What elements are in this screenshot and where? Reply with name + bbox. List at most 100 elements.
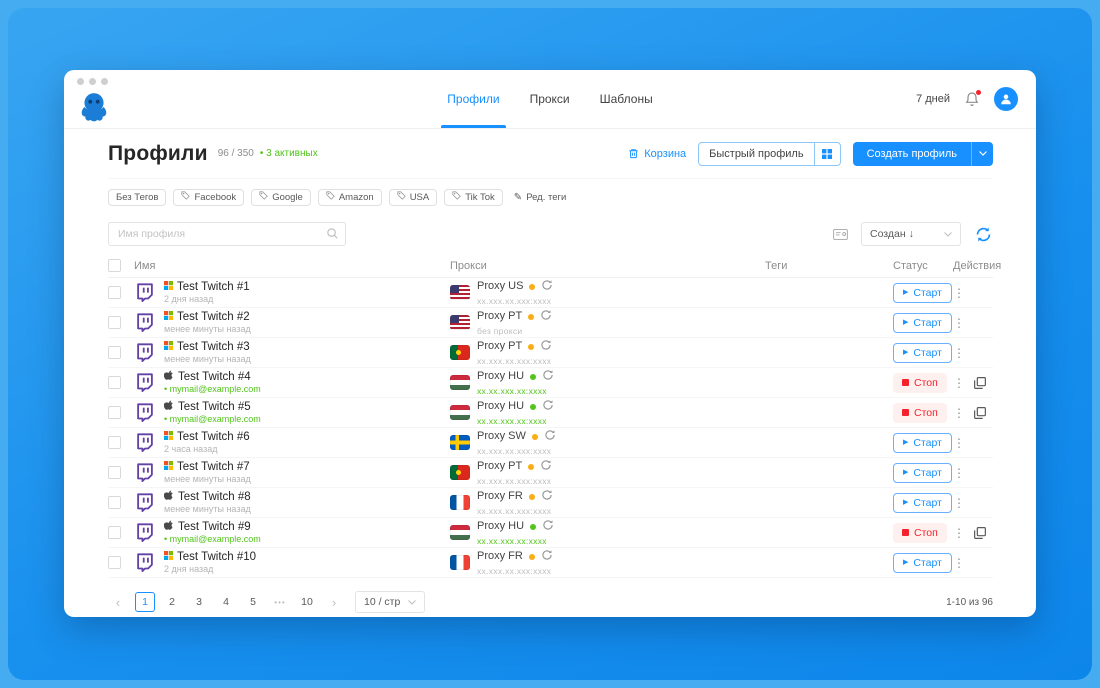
profile-name[interactable]: Test Twitch #7: [177, 460, 250, 474]
flag-fr-icon: [450, 495, 470, 510]
row-menu-icon[interactable]: ⋮: [953, 406, 965, 420]
name-block: Test Twitch #6 2 часа назад: [164, 430, 250, 456]
open-windows-icon[interactable]: [974, 406, 986, 419]
tag-chip[interactable]: USA: [388, 188, 438, 206]
start-button[interactable]: ▶ Старт: [893, 342, 952, 363]
proxy-refresh-icon[interactable]: [540, 309, 552, 326]
row-menu-icon[interactable]: ⋮: [953, 466, 965, 480]
search-icon[interactable]: [326, 227, 339, 240]
proxy-refresh-icon[interactable]: [541, 279, 553, 296]
start-button[interactable]: ▶ Старт: [893, 312, 952, 333]
tag-chip[interactable]: Без Тегов: [108, 188, 167, 206]
tag-chip[interactable]: Facebook: [173, 188, 245, 206]
proxy-refresh-icon[interactable]: [541, 489, 553, 506]
tag-chip[interactable]: Tik Tok: [444, 188, 503, 206]
nav-tab-templates[interactable]: Шаблоны: [600, 70, 653, 128]
start-button[interactable]: ▶ Старт: [893, 282, 952, 303]
row-menu-icon[interactable]: ⋮: [953, 376, 965, 390]
pagination-page[interactable]: 10: [297, 592, 317, 612]
row-menu-icon[interactable]: ⋮: [953, 346, 965, 360]
twitch-profile-icon: [134, 342, 156, 364]
open-windows-icon[interactable]: [974, 376, 986, 389]
refresh-button-icon[interactable]: [974, 225, 993, 244]
row-menu-icon[interactable]: ⋮: [953, 286, 965, 300]
quick-profile-button[interactable]: Быстрый профиль: [698, 141, 841, 166]
row-checkbox[interactable]: [108, 316, 121, 329]
start-button[interactable]: ▶ Старт: [893, 432, 952, 453]
proxy-line: Proxy SW: [477, 429, 556, 446]
proxy-status-dot: [530, 374, 537, 381]
create-profile-dropdown-icon[interactable]: [971, 141, 993, 166]
profile-name[interactable]: Test Twitch #1: [177, 280, 250, 294]
pagination-page[interactable]: 3: [189, 592, 209, 612]
row-menu-icon[interactable]: ⋮: [953, 496, 965, 510]
row-checkbox[interactable]: [108, 526, 121, 539]
start-button[interactable]: ▶ Старт: [893, 462, 952, 483]
search-input[interactable]: [108, 222, 346, 246]
row-menu-icon[interactable]: ⋮: [953, 556, 965, 570]
row-menu-icon[interactable]: ⋮: [953, 316, 965, 330]
status-cell: Стоп: [893, 522, 953, 543]
column-actions: Действия: [953, 259, 1002, 272]
row-checkbox[interactable]: [108, 556, 121, 569]
status-cell: ▶ Старт: [893, 432, 953, 453]
profile-name[interactable]: Test Twitch #6: [177, 430, 250, 444]
nav-tab-proxies[interactable]: Прокси: [530, 70, 570, 128]
select-all-checkbox[interactable]: [108, 259, 121, 272]
start-button[interactable]: ▶ Старт: [893, 552, 952, 573]
pagination-range: 1-10 из 96: [946, 596, 993, 608]
actions-cell: ⋮: [953, 436, 993, 450]
profile-name[interactable]: Test Twitch #8: [178, 490, 251, 504]
row-checkbox[interactable]: [108, 376, 121, 389]
tag-chip[interactable]: Amazon: [317, 188, 382, 206]
nav-tab-profiles[interactable]: Профили: [441, 70, 506, 128]
profile-name[interactable]: Test Twitch #4: [178, 370, 251, 384]
stop-button[interactable]: Стоп: [893, 372, 947, 393]
actions-cell: ⋮: [953, 556, 993, 570]
open-windows-icon[interactable]: [974, 526, 986, 539]
profile-name[interactable]: Test Twitch #10: [177, 550, 256, 564]
profile-name[interactable]: Test Twitch #3: [177, 340, 250, 354]
row-checkbox[interactable]: [108, 286, 121, 299]
notifications-bell-icon[interactable]: [964, 90, 981, 107]
row-checkbox[interactable]: [108, 466, 121, 479]
pagination-page[interactable]: 1: [135, 592, 155, 612]
row-checkbox[interactable]: [108, 406, 121, 419]
row-checkbox[interactable]: [108, 436, 121, 449]
row-menu-icon[interactable]: ⋮: [953, 436, 965, 450]
proxy-refresh-icon[interactable]: [540, 459, 552, 476]
pagination-next-icon[interactable]: ›: [324, 592, 344, 612]
start-button-label: Старт: [913, 496, 942, 509]
profile-name[interactable]: Test Twitch #9: [178, 520, 251, 534]
row-menu-icon[interactable]: ⋮: [953, 526, 965, 540]
trash-button[interactable]: Корзина: [628, 148, 686, 160]
pagination-page[interactable]: 4: [216, 592, 236, 612]
profile-name[interactable]: Test Twitch #2: [177, 310, 250, 324]
proxy-refresh-icon[interactable]: [542, 399, 554, 416]
stop-button[interactable]: Стоп: [893, 402, 947, 423]
create-profile-button[interactable]: Создать профиль: [852, 141, 993, 166]
proxy-refresh-icon[interactable]: [544, 429, 556, 446]
active-profiles-count: • 3 активных: [259, 148, 318, 159]
proxy-refresh-icon[interactable]: [542, 369, 554, 386]
pagination-page[interactable]: 5: [243, 592, 263, 612]
sort-select[interactable]: Создан ↓: [861, 222, 961, 246]
view-mode-icon[interactable]: [833, 228, 848, 240]
user-avatar[interactable]: [994, 87, 1018, 111]
start-button[interactable]: ▶ Старт: [893, 492, 952, 513]
page-size-select[interactable]: 10 / стр: [355, 591, 426, 613]
quick-profile-grid-icon[interactable]: [813, 142, 840, 165]
proxy-refresh-icon[interactable]: [541, 549, 553, 566]
proxy-cell: Proxy HU xx.xx.xxx.xx:xxxx: [450, 399, 765, 426]
row-checkbox[interactable]: [108, 496, 121, 509]
tag-chip[interactable]: Google: [251, 188, 311, 206]
pagination-prev-icon[interactable]: ‹: [108, 592, 128, 612]
proxy-refresh-icon[interactable]: [542, 519, 554, 536]
pagination-page[interactable]: 2: [162, 592, 182, 612]
edit-tags-button[interactable]: ✎ Ред. теги: [514, 192, 567, 203]
profile-name[interactable]: Test Twitch #5: [178, 400, 251, 414]
proxy-refresh-icon[interactable]: [540, 339, 552, 356]
table-row: Test Twitch #7 менее минуты назад Proxy PT…: [108, 458, 993, 488]
stop-button[interactable]: Стоп: [893, 522, 947, 543]
row-checkbox[interactable]: [108, 346, 121, 359]
